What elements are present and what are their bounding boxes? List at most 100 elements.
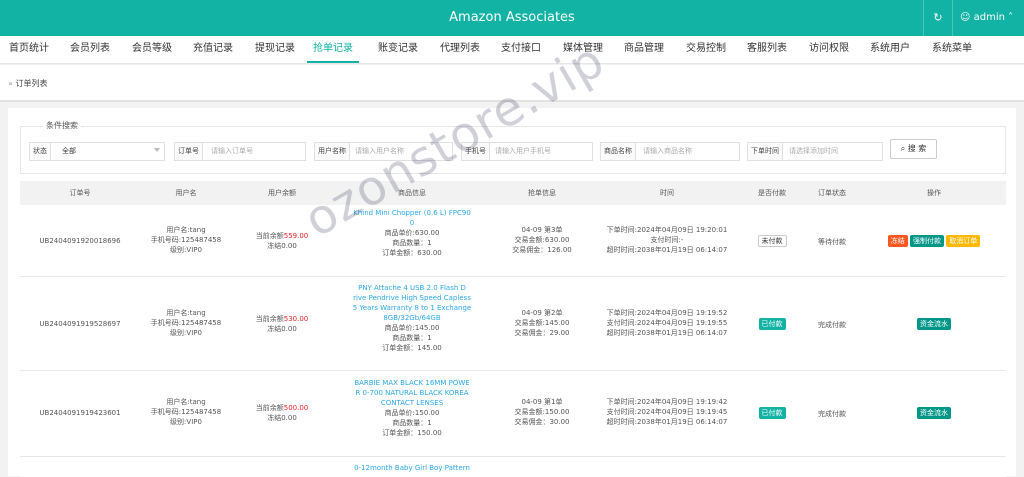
- order-no: UB2404091919528697: [39, 320, 121, 328]
- fund-flow-button[interactable]: 资金流水: [917, 407, 951, 419]
- pay-time: 支付时间:2024年04月09日 19:19:45: [606, 408, 728, 416]
- balance-value: 530.00: [283, 315, 309, 323]
- menu-item-system-menu[interactable]: 系统菜单: [932, 36, 972, 63]
- user-phone: 手机号码:125487458: [150, 236, 222, 244]
- product-name-field[interactable]: 商品名称 请输入商品名称: [600, 142, 740, 161]
- timeout-time: 超时时间:2038年01月19日 06:14:07: [606, 329, 728, 337]
- search-icon: ⌕: [900, 144, 906, 153]
- menu-item-system-users[interactable]: 系统用户: [870, 36, 910, 63]
- user-level: 级别:VIP0: [170, 418, 202, 426]
- menu-item-trade-control[interactable]: 交易控制: [686, 36, 726, 63]
- product-name-input[interactable]: 请输入商品名称: [643, 143, 692, 160]
- user-phone: 手机号码:125487458: [150, 319, 222, 327]
- frozen-amount: 冻结0.00: [267, 325, 297, 333]
- commission: 交易佣金：30.00: [514, 418, 570, 426]
- balance-label: 当前余额: [255, 232, 284, 240]
- phone-input[interactable]: 请输入用户手机号: [495, 143, 551, 160]
- timeout-time: 超时时间:2038年01月19日 06:14:07: [606, 418, 728, 426]
- table-row: UB2404091919423601 用户名:tang 手机号码:1254874…: [20, 371, 1006, 457]
- grab-info: 04-09 第1单 交易金额:150.00 交易佣金：30.00: [492, 397, 592, 427]
- search-button[interactable]: ⌕ 搜 索: [890, 139, 937, 159]
- order-no: UB2404091920018696: [39, 237, 121, 245]
- menu-item-agents[interactable]: 代理列表: [440, 36, 480, 63]
- status-value: 全部: [62, 147, 76, 155]
- phone-field[interactable]: 手机号 请输入用户手机号: [461, 142, 593, 161]
- col-balance: 用户余额: [268, 189, 296, 197]
- grab-seq: 04-09 第3单: [521, 226, 563, 234]
- menu-item-members[interactable]: 会员列表: [70, 36, 110, 63]
- order-status: 完成付款: [818, 410, 846, 418]
- user-menu[interactable]: ☺ admin ˄: [960, 0, 1024, 36]
- product-name-line: Khind Mini Chopper (0.6 L) FPC90: [353, 209, 471, 217]
- chevron-up-icon: ˄: [1008, 12, 1014, 23]
- col-status: 订单状态: [818, 189, 846, 197]
- freeze-button[interactable]: 冻结: [887, 235, 908, 247]
- order-time-label: 下单时间: [748, 143, 783, 160]
- balance-label: 当前余额: [255, 404, 284, 412]
- user-level: 级别:VIP0: [170, 329, 202, 337]
- order-no-input[interactable]: 请输入订单号: [211, 143, 253, 160]
- grab-info: 04-09 第3单 交易金额:630.00 交易佣金：126.00: [492, 225, 592, 255]
- menu-item-media[interactable]: 媒体管理: [563, 36, 603, 63]
- time-info: 下单时间:2024年04月09日 19:19:42 支付时间:2024年04月0…: [592, 397, 742, 427]
- product-name-line: 0: [409, 219, 415, 227]
- menu-item-withdraw[interactable]: 提现记录: [255, 36, 295, 63]
- menu-item-access[interactable]: 访问权限: [809, 36, 849, 63]
- menu-item-grab-orders[interactable]: 抢单记录: [307, 36, 359, 63]
- table-row: UB2404091920018696 用户名:tang 手机号码:1254874…: [20, 205, 1006, 277]
- menu-item-member-levels[interactable]: 会员等级: [132, 36, 172, 63]
- col-order-no: 订单号: [69, 189, 91, 197]
- user-info: 用户名:tang 手机号码:125487458 级别:VIP0: [140, 225, 232, 255]
- menu-item-service[interactable]: 客服列表: [747, 36, 787, 63]
- product-name-line: 8GB/32Gb/64GB: [383, 314, 441, 322]
- status-select[interactable]: 状态 全部: [29, 142, 165, 161]
- order-time-input[interactable]: 请选择添加时间: [789, 143, 838, 160]
- cancel-order-button[interactable]: 取消订单: [946, 235, 981, 247]
- frozen-amount: 冻结0.00: [267, 242, 297, 250]
- quantity: 商品数量：1: [392, 334, 432, 342]
- unit-price: 商品单价:150.00: [384, 409, 440, 417]
- frozen-amount: 冻结0.00: [267, 414, 297, 422]
- product-name-label: 商品名称: [601, 143, 636, 160]
- order-time-field[interactable]: 下单时间 请选择添加时间: [747, 142, 883, 161]
- actions: 资金流水: [862, 318, 1006, 330]
- username-input[interactable]: 请输入用户名称: [355, 143, 404, 160]
- pay-status-cell: 未付款: [742, 235, 802, 247]
- search-form: 条件搜索 状态 全部 订单号 请输入订单号 用户名称 请输入用户名称 手机号 请…: [20, 120, 1006, 174]
- menu-item-payment[interactable]: 支付接口: [501, 36, 541, 63]
- product-info: Khind Mini Chopper (0.6 L) FPC90 0 商品单价:…: [332, 208, 492, 258]
- username-field[interactable]: 用户名称 请输入用户名称: [314, 142, 453, 161]
- trade-amount: 交易金额:150.00: [514, 408, 570, 416]
- table-header: 订单号 用户名 用户余额 商品信息 抢单信息 时间 是否付款 订单状态 操作: [20, 181, 1006, 205]
- balance-value: 559.00: [283, 232, 309, 240]
- order-no-field[interactable]: 订单号 请输入订单号: [174, 142, 306, 161]
- menu-item-balance-changes[interactable]: 账变记录: [378, 36, 418, 63]
- breadcrumb-current: 订单列表: [15, 79, 48, 88]
- product-name-link[interactable]: BARBIE MAX BLACK 16MM POWE R 0-700 NATUR…: [332, 378, 492, 408]
- order-amount: 订单金额：150.00: [382, 429, 442, 437]
- refresh-icon: ↻: [933, 11, 943, 24]
- user-info: 用户名:tang 手机号码:125487458 级别:VIP0: [140, 397, 232, 427]
- quantity: 商品数量：1: [392, 239, 432, 247]
- product-name-line: rive Pendrive High Speed Capless: [353, 294, 471, 302]
- refresh-button[interactable]: ↻: [923, 0, 953, 36]
- phone-label: 手机号: [462, 143, 490, 160]
- table-row: 0-12month Baby Girl Boy Pattern: [20, 457, 1006, 477]
- user-info: 用户名:tang 手机号码:125487458 级别:VIP0: [140, 308, 232, 338]
- fund-flow-button[interactable]: 资金流水: [917, 318, 951, 330]
- product-name-link[interactable]: 0-12month Baby Girl Boy Pattern: [332, 463, 492, 473]
- pay-status-cell: 已付款: [742, 407, 802, 419]
- app-title: Amazon Associates: [449, 10, 575, 25]
- force-pay-button[interactable]: 强制付款: [910, 235, 944, 247]
- user-level: 级别:VIP0: [170, 246, 202, 254]
- menu-item-products[interactable]: 商品管理: [624, 36, 664, 63]
- menu-item-home-stats[interactable]: 首页统计: [9, 36, 49, 63]
- breadcrumb-chevron: »: [8, 79, 13, 88]
- product-name-link[interactable]: PNY Attache 4 USB 2.0 Flash D rive Pendr…: [332, 283, 492, 323]
- menu-item-recharge[interactable]: 充值记录: [193, 36, 233, 63]
- breadcrumb-bar: » 订单列表: [0, 65, 1024, 102]
- balance-value: 500.00: [283, 404, 309, 412]
- product-name-link[interactable]: Khind Mini Chopper (0.6 L) FPC90 0: [332, 208, 492, 228]
- order-status: 等待付款: [818, 238, 846, 246]
- top-bar: Amazon Associates ↻ ☺ admin ˄: [0, 0, 1024, 36]
